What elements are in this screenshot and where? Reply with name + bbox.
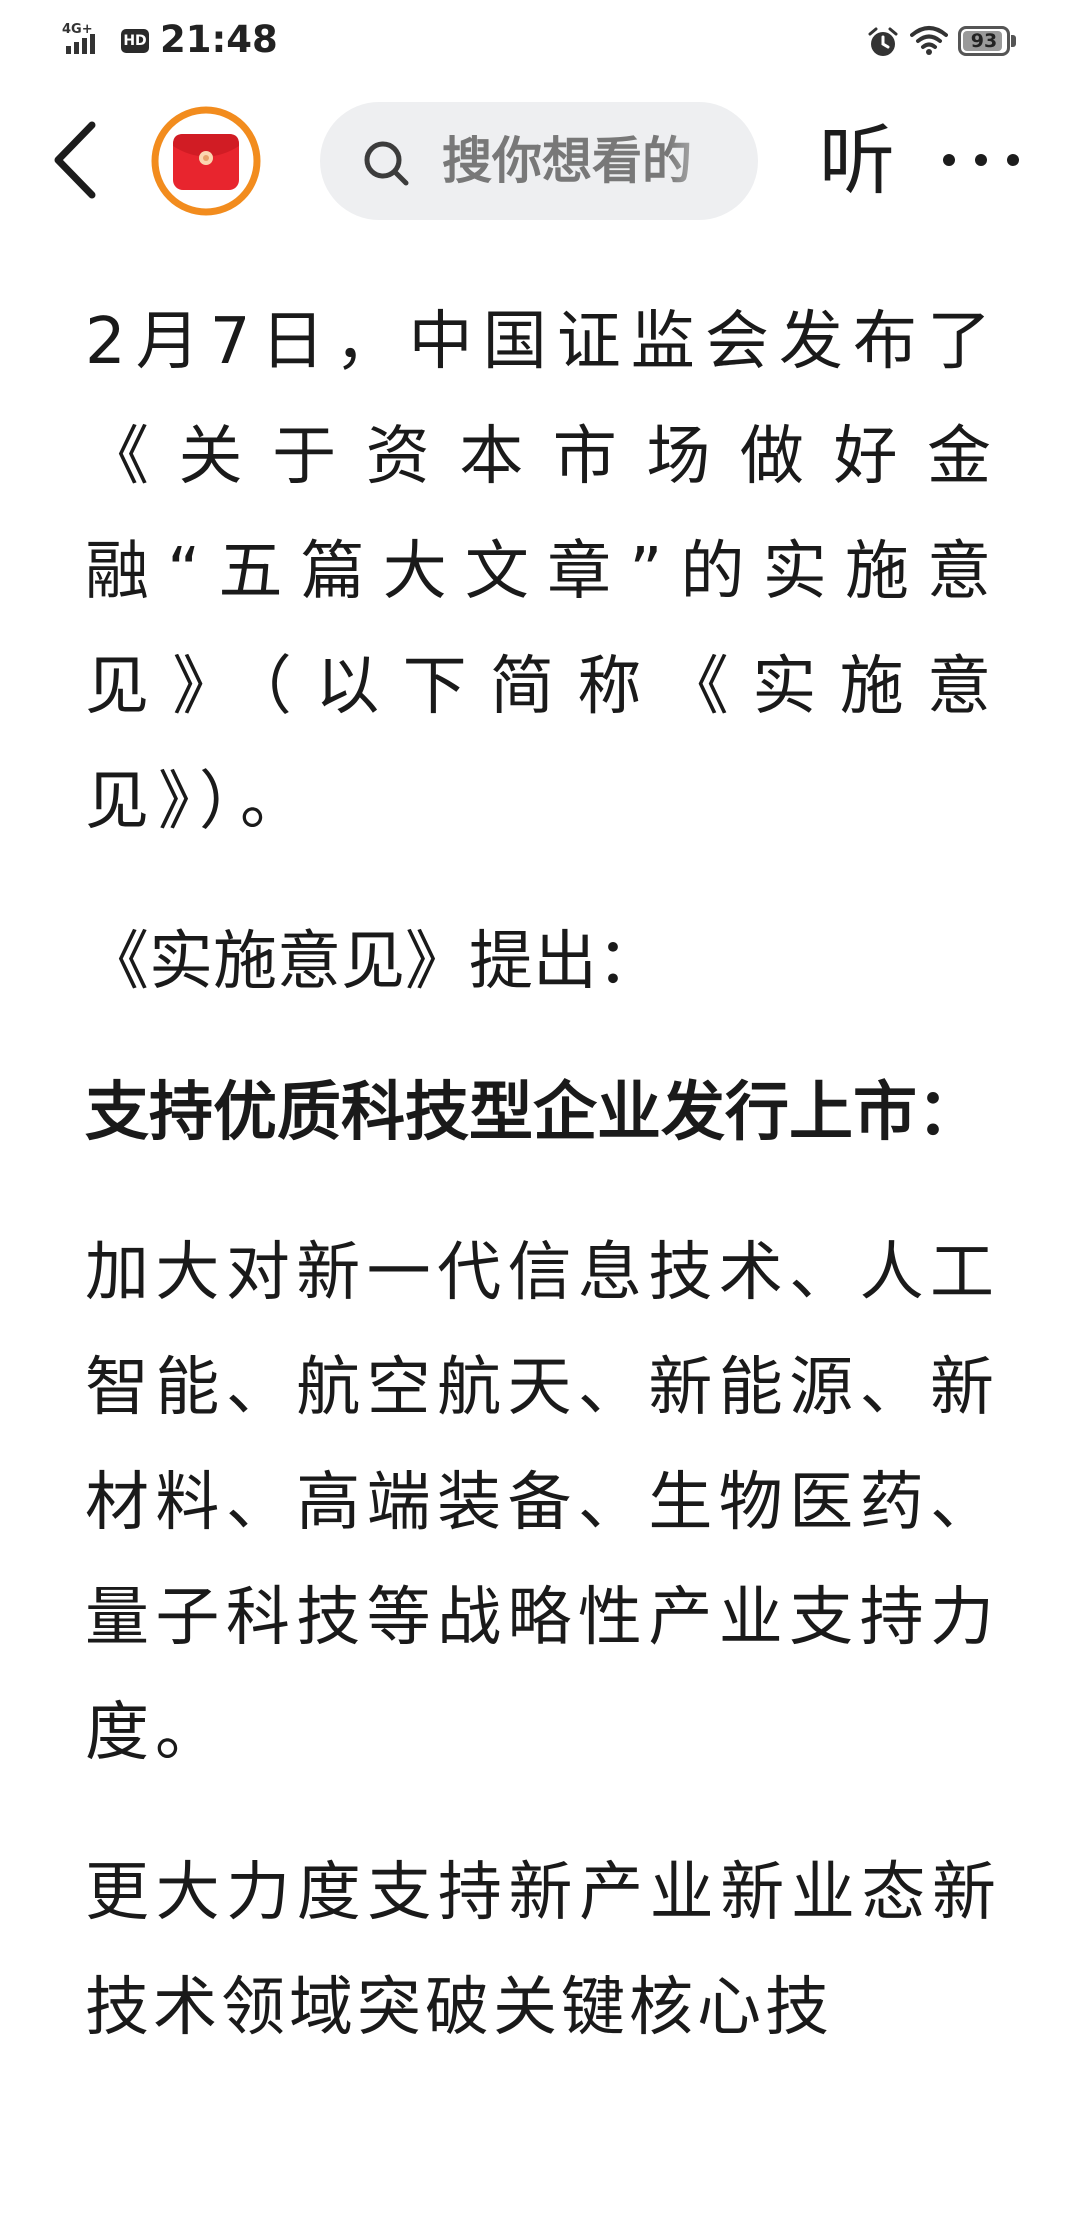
network-type: 4G+	[62, 22, 93, 37]
signal-icon: 4G+	[62, 22, 95, 54]
search-placeholder: 搜你想看的	[442, 132, 692, 190]
chevron-left-icon	[54, 121, 96, 199]
hd-badge: HD	[121, 29, 149, 53]
article-subheading: 支持优质科技型企业发行上市：	[85, 1076, 981, 1150]
red-envelope-icon	[151, 106, 261, 216]
top-bar: 搜你想看的 听	[0, 80, 1080, 240]
search-input[interactable]: 搜你想看的	[320, 102, 758, 220]
red-envelope-button[interactable]	[150, 105, 262, 217]
status-time: 21:48	[160, 18, 278, 61]
more-button[interactable]	[940, 140, 1022, 180]
article-paragraph: 加大对新一代信息技术、人工智能、航空航天、新能源、新材料、高端装备、生物医药、量…	[85, 1236, 1000, 1770]
alarm-icon	[868, 27, 898, 56]
more-dots-icon	[943, 154, 1019, 166]
battery-icon: 93	[958, 26, 1016, 56]
back-button[interactable]	[48, 117, 108, 203]
status-bar: 4G+ HD 21:48 93	[0, 0, 1080, 80]
search-icon	[364, 141, 409, 186]
wifi-icon	[910, 26, 948, 55]
article-paragraph: 更大力度支持新产业新业态新技术领域突破关键核心技	[85, 1856, 1000, 2045]
article-body: 2月7日，中国证监会发布了《关于资本市场做好金融“五篇大文章”的实施意见》（以下…	[85, 285, 1000, 2066]
listen-button[interactable]: 听	[812, 118, 902, 204]
article-paragraph: 《实施意见》提出：	[85, 925, 661, 999]
battery-cap	[1011, 35, 1016, 47]
battery-level: 93	[970, 30, 998, 52]
article-paragraph: 2月7日，中国证监会发布了《关于资本市场做好金融“五篇大文章”的实施意见》（以下…	[85, 305, 1000, 839]
